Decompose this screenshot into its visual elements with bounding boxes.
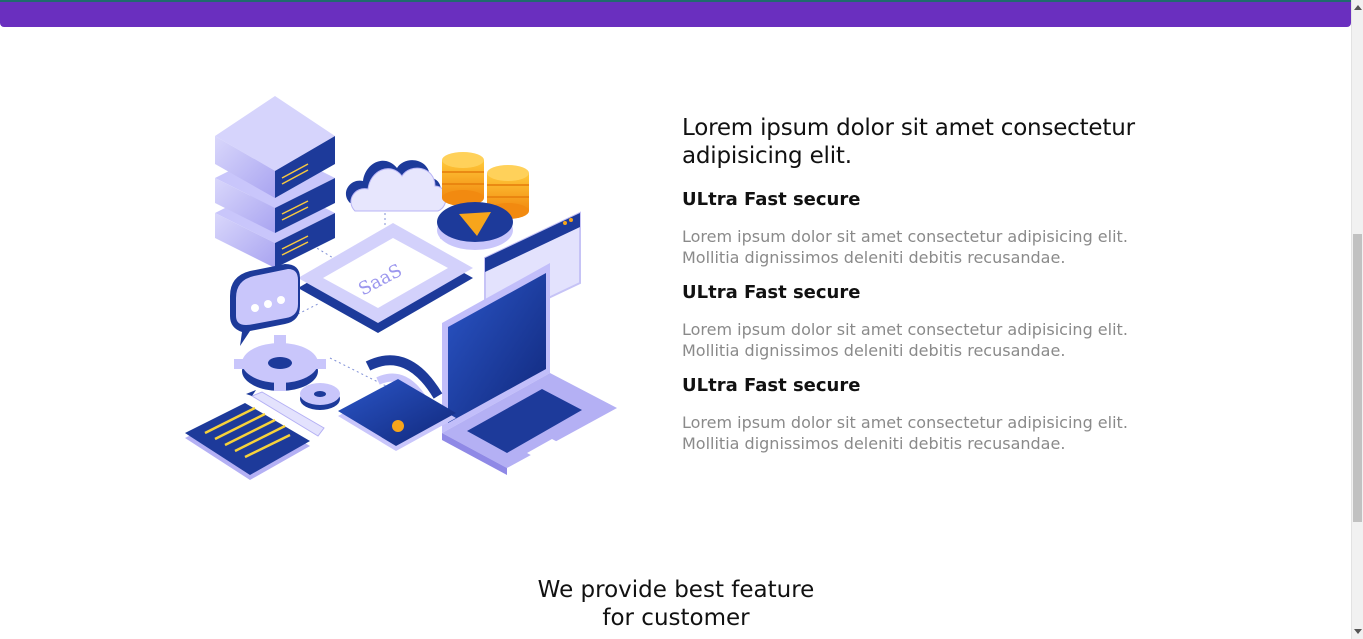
scrollbar-thumb[interactable] [1353, 234, 1362, 522]
about-heading: Lorem ipsum dolor sit amet consectetur a… [682, 115, 1135, 169]
saas-illustration: SaaS [180, 88, 620, 488]
page-scrollbar[interactable] [1351, 0, 1363, 639]
cloud-icon [345, 160, 447, 212]
feature-description: Lorem ipsum dolor sit amet consectetur a… [682, 227, 1128, 267]
feature-item: ULtra Fast secure Lorem ipsum dolor sit … [682, 281, 1182, 361]
server-stack-icon [215, 96, 335, 268]
feature-title: ULtra Fast secure [682, 282, 861, 303]
chat-bubble-icon [230, 264, 300, 346]
features-heading-line2: for customer [602, 605, 750, 631]
laptop-icon [442, 263, 617, 475]
about-text-block: Lorem ipsum dolor sit amet consectetur a… [682, 114, 1182, 467]
gears-icon [234, 335, 340, 410]
feature-description: Lorem ipsum dolor sit amet consectetur a… [682, 413, 1128, 453]
play-icon [437, 202, 513, 250]
feature-description: Lorem ipsum dolor sit amet consectetur a… [682, 320, 1128, 360]
feature-title: ULtra Fast secure [682, 375, 861, 396]
phone-wifi-icon [338, 355, 456, 451]
feature-item: ULtra Fast secure Lorem ipsum dolor sit … [682, 188, 1182, 268]
scroll-down-arrow-icon[interactable] [1354, 629, 1362, 634]
feature-title: ULtra Fast secure [682, 189, 861, 210]
features-section-heading: We provide best feature for customer [476, 576, 876, 632]
features-heading-line1: We provide best feature [537, 577, 815, 603]
feature-item: ULtra Fast secure Lorem ipsum dolor sit … [682, 374, 1182, 454]
saas-illustration-svg: SaaS [185, 96, 617, 480]
scroll-up-arrow-icon[interactable] [1354, 5, 1362, 10]
top-navbar [0, 0, 1351, 27]
